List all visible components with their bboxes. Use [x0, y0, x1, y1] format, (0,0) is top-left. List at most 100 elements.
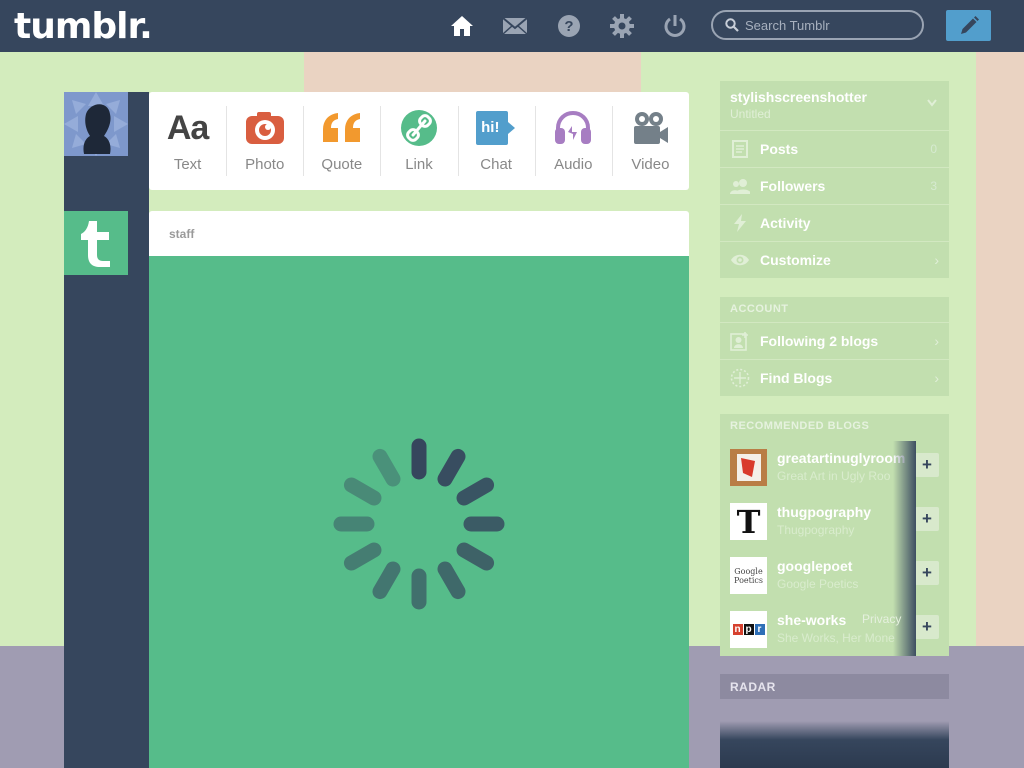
recommended-heading: RECOMMENDED BLOGS	[730, 420, 870, 432]
headphones-icon	[553, 108, 593, 148]
spinner-spoke	[456, 477, 495, 506]
bolt-icon	[720, 214, 760, 232]
post-type-label: Link	[405, 156, 433, 173]
posts-icon	[720, 140, 760, 158]
spinner-spoke	[343, 542, 382, 571]
post-type-chat[interactable]: hi! Chat	[457, 92, 535, 190]
blog-name: she-works	[777, 612, 847, 628]
radar-heading: RADAR	[730, 680, 776, 694]
help-icon[interactable]: ?	[556, 13, 582, 39]
blog-name: stylishscreenshotter	[730, 89, 867, 105]
link-icon	[400, 108, 438, 148]
sidebar-item-label: Find Blogs	[760, 370, 833, 386]
post-type-label: Audio	[554, 156, 593, 173]
quote-icon	[321, 108, 363, 148]
blog-thumbnail: T	[730, 503, 767, 540]
blog-subtitle: Thugpography	[777, 523, 855, 537]
background-strip	[976, 52, 1024, 646]
blog-name: googlepoet	[777, 558, 853, 574]
sidebar-item-find-blogs[interactable]: Find Blogs ›	[720, 359, 949, 396]
search-input[interactable]	[743, 16, 917, 34]
sidebar-item-following[interactable]: Following 2 blogs ›	[720, 322, 949, 359]
loading-spinner-icon	[333, 438, 505, 610]
spinner-spoke	[437, 448, 466, 487]
pencil-icon	[958, 15, 980, 37]
chevron-right-icon: ›	[934, 252, 939, 268]
spinner-spoke	[372, 448, 401, 487]
follow-button[interactable]: +	[915, 507, 939, 531]
post-content	[149, 256, 689, 768]
npr-logo-p: p	[743, 624, 754, 635]
power-icon[interactable]	[662, 13, 688, 39]
follow-button[interactable]: +	[915, 561, 939, 585]
chat-icon: hi!	[475, 108, 517, 148]
radar-header: RADAR	[720, 674, 949, 699]
sidebar-item-followers[interactable]: Followers 3	[720, 167, 949, 204]
post-author[interactable]: staff	[169, 227, 194, 241]
blog-menu: stylishscreenshotter Untitled Posts 0 Fo…	[720, 81, 949, 278]
sidebar-item-label: Posts	[760, 141, 799, 157]
chevron-right-icon: ›	[934, 333, 939, 349]
radar-image[interactable]	[720, 721, 949, 768]
post-type-text[interactable]: Aa Text	[149, 92, 226, 190]
posts-count: 0	[930, 142, 937, 156]
post-header: staff	[149, 211, 689, 256]
blog-title: Untitled	[730, 107, 771, 121]
staff-avatar[interactable]	[64, 211, 128, 275]
chat-bubble-text: hi!	[481, 119, 500, 136]
svg-text:?: ?	[564, 18, 573, 35]
post-type-bar: Aa Text Photo Quote Link hi! Chat Audio	[149, 92, 689, 190]
account-menu: ACCOUNT Following 2 blogs › Find Blogs ›	[720, 297, 949, 396]
dashboard-left-column	[64, 92, 149, 768]
blog-thumbnail: n p r	[730, 611, 767, 648]
followers-count: 3	[930, 179, 937, 193]
background-band	[304, 52, 641, 92]
text-icon: Aa	[166, 108, 209, 147]
eye-icon	[720, 253, 760, 267]
search-box[interactable]	[711, 10, 924, 40]
account-heading: ACCOUNT	[730, 303, 789, 315]
sidebar-item-label: Activity	[760, 215, 811, 231]
spinner-spoke	[437, 561, 466, 600]
video-camera-icon	[631, 108, 669, 148]
sidebar-item-label: Customize	[760, 252, 831, 268]
post-type-photo[interactable]: Photo	[226, 92, 303, 190]
post-type-audio[interactable]: Audio	[534, 92, 612, 190]
tumblr-t-logo-icon	[74, 217, 118, 269]
sidebar-item-customize[interactable]: Customize ›	[720, 241, 949, 278]
sidebar-item-activity[interactable]: Activity	[720, 204, 949, 241]
post-type-label: Quote	[321, 156, 363, 173]
gear-icon[interactable]	[609, 13, 635, 39]
npr-logo-r: r	[754, 624, 765, 635]
chevron-down-icon	[927, 99, 937, 107]
camera-icon	[245, 108, 285, 148]
blog-thumbnail	[730, 449, 767, 486]
blog-subtitle: Great Art in Ugly Roo	[777, 469, 891, 483]
mail-icon[interactable]	[502, 13, 528, 39]
compose-button[interactable]	[946, 10, 991, 41]
followers-icon	[720, 178, 760, 194]
user-avatar[interactable]	[64, 92, 128, 156]
blog-subtitle: She Works, Her Mone	[777, 631, 895, 645]
spinner-spoke	[372, 561, 401, 600]
compass-icon	[720, 368, 760, 388]
sidebar-item-posts[interactable]: Posts 0	[720, 130, 949, 167]
thumbnail-letter: T	[736, 503, 761, 540]
spinner-spoke	[456, 542, 495, 571]
follow-button[interactable]: +	[915, 453, 939, 477]
post-type-label: Photo	[245, 156, 285, 173]
blog-name: greatartinuglyroom	[777, 450, 906, 466]
home-icon[interactable]	[449, 13, 475, 39]
post-type-video[interactable]: Video	[611, 92, 689, 190]
post-type-label: Chat	[480, 156, 512, 173]
blog-subtitle: Google Poetics	[777, 577, 859, 591]
blog-selector[interactable]: stylishscreenshotter Untitled	[720, 81, 949, 130]
tumblr-logo[interactable]: tumblr.	[14, 6, 153, 47]
privacy-link[interactable]: Privacy	[862, 612, 901, 626]
thumbnail-text: Google Poetics	[734, 566, 763, 585]
post-type-link[interactable]: Link	[380, 92, 457, 190]
post-type-quote[interactable]: Quote	[303, 92, 380, 190]
follow-button[interactable]: +	[915, 615, 939, 639]
blog-thumbnail: Google Poetics	[730, 557, 767, 594]
chevron-right-icon: ›	[934, 370, 939, 386]
